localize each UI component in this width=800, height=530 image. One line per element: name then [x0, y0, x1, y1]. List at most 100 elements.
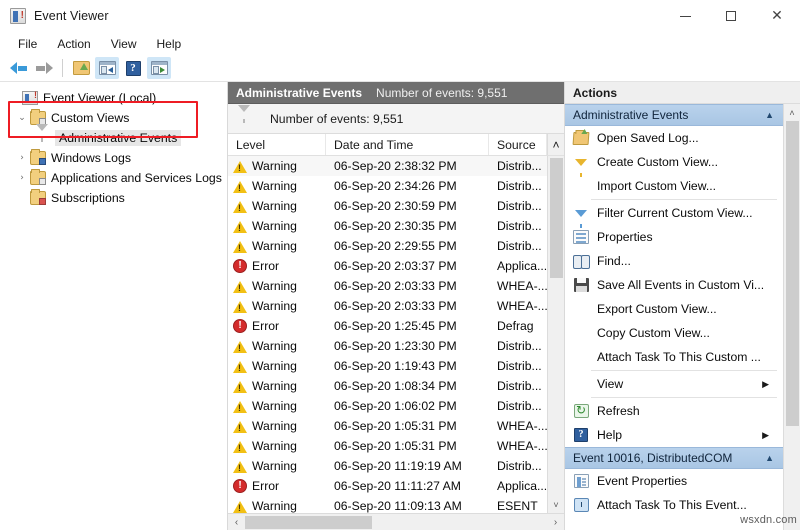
hscroll-left-arrow[interactable]: ‹: [228, 517, 245, 528]
events-vertical-scrollbar[interactable]: ˅: [547, 156, 564, 513]
hscroll-right-arrow[interactable]: ›: [547, 517, 564, 528]
tree-item-subscriptions[interactable]: Subscriptions: [0, 188, 227, 208]
action-item[interactable]: Import Custom View...: [565, 174, 783, 198]
menu-action[interactable]: Action: [47, 34, 100, 54]
table-row[interactable]: Warning 06-Sep-20 1:08:34 PM Distrib...: [228, 376, 547, 396]
level-label: Warning: [252, 219, 297, 233]
cell-level: Warning: [228, 279, 326, 293]
filter-summary-row[interactable]: Number of events: 9,551: [228, 104, 564, 134]
action-item[interactable]: Copy Custom View...: [565, 321, 783, 345]
funnel-gray-icon: [36, 124, 52, 145]
column-header-level[interactable]: Level: [228, 134, 326, 155]
table-row[interactable]: Error 06-Sep-20 11:11:27 AM Applica...: [228, 476, 547, 496]
action-item[interactable]: Open Saved Log...: [565, 126, 783, 150]
maximize-icon: [726, 11, 736, 21]
level-label: Warning: [252, 179, 297, 193]
chevron-up-icon[interactable]: ▲: [765, 453, 774, 463]
actions-scrollbar-thumb[interactable]: [785, 121, 799, 426]
cell-level: Warning: [228, 499, 326, 513]
cell-datetime: 06-Sep-20 2:30:59 PM: [334, 199, 457, 213]
table-row[interactable]: Warning 06-Sep-20 1:06:02 PM Distrib...: [228, 396, 547, 416]
action-item[interactable]: Export Custom View...: [565, 297, 783, 321]
chevron-up-icon[interactable]: ▲: [765, 110, 774, 120]
actions-pane-header: Actions: [565, 82, 800, 104]
event-viewer-icon: [22, 90, 38, 105]
submenu-arrow-icon[interactable]: ▶: [762, 430, 769, 441]
warning-icon: [233, 340, 247, 353]
actions-scroll-up-arrow[interactable]: ˄: [789, 104, 794, 121]
table-row[interactable]: Warning 06-Sep-20 2:03:33 PM WHEA-...: [228, 276, 547, 296]
events-pane-title: Administrative Events: [236, 85, 363, 100]
column-header-source[interactable]: Source: [489, 134, 547, 155]
action-item[interactable]: Attach Task To This Custom ...: [565, 345, 783, 369]
table-row[interactable]: Warning 06-Sep-20 2:34:26 PM Distrib...: [228, 176, 547, 196]
folder-open-icon: [572, 131, 590, 145]
cell-datetime: 06-Sep-20 2:03:33 PM: [334, 279, 457, 293]
cell-source: Applica...: [497, 479, 547, 493]
action-item[interactable]: View ▶: [565, 372, 783, 396]
minimize-button[interactable]: [662, 0, 708, 32]
table-row[interactable]: Error 06-Sep-20 2:03:37 PM Applica...: [228, 256, 547, 276]
table-row[interactable]: Warning 06-Sep-20 2:30:35 PM Distrib...: [228, 216, 547, 236]
window-controls: ✕: [662, 0, 800, 32]
show-hide-console-tree-button[interactable]: [95, 57, 119, 79]
show-hide-action-pane-button[interactable]: [147, 57, 171, 79]
actions-group-header[interactable]: Administrative Events ▲: [565, 104, 783, 126]
action-item[interactable]: Refresh: [565, 399, 783, 423]
table-row[interactable]: Warning 06-Sep-20 11:09:13 AM ESENT: [228, 496, 547, 513]
scroll-down-arrow[interactable]: ˅: [553, 496, 558, 513]
cell-level: Warning: [228, 339, 326, 353]
scrollbar-thumb[interactable]: [549, 158, 563, 278]
back-button[interactable]: [6, 57, 30, 79]
actions-vertical-scrollbar[interactable]: ˄: [783, 104, 800, 530]
action-item[interactable]: Properties: [565, 225, 783, 249]
events-list-area: Warning06-Sep-20 2:38:32 PMDistrib...War…: [228, 156, 564, 513]
open-saved-log-button[interactable]: [69, 57, 93, 79]
events-horizontal-scrollbar[interactable]: ‹ ›: [228, 513, 564, 530]
refresh-icon: [572, 403, 590, 418]
table-row[interactable]: Warning 06-Sep-20 1:05:31 PM WHEA-...: [228, 436, 547, 456]
tree-item-applications-and-services-logs[interactable]: › Applications and Services Logs: [0, 168, 227, 188]
submenu-arrow-icon[interactable]: ▶: [762, 379, 769, 390]
table-row[interactable]: Warning 06-Sep-20 2:38:32 PM Distrib...: [228, 156, 547, 176]
level-label: Warning: [252, 499, 297, 513]
column-header-datetime[interactable]: Date and Time: [326, 134, 489, 155]
table-row[interactable]: Warning 06-Sep-20 2:30:59 PM Distrib...: [228, 196, 547, 216]
tree-twisty-expanded[interactable]: ⌄: [14, 113, 30, 123]
scroll-up-arrow[interactable]: ˄: [547, 134, 564, 155]
cell-source: WHEA-...: [497, 299, 547, 313]
maximize-button[interactable]: [708, 0, 754, 32]
hscroll-thumb[interactable]: [245, 515, 372, 529]
cell-source: Distrib...: [497, 179, 542, 193]
table-row[interactable]: Warning 06-Sep-20 2:03:33 PM WHEA-...: [228, 296, 547, 316]
menu-help[interactable]: Help: [147, 34, 192, 54]
action-item[interactable]: Find...: [565, 249, 783, 273]
action-item[interactable]: Event Properties: [565, 469, 783, 493]
cell-datetime: 06-Sep-20 1:19:43 PM: [334, 359, 457, 373]
folder-open-icon: [72, 61, 90, 75]
tree-item-windows-logs[interactable]: › Windows Logs: [0, 148, 227, 168]
table-row[interactable]: Warning 06-Sep-20 1:05:31 PM WHEA-...: [228, 416, 547, 436]
action-item[interactable]: Save All Events in Custom Vi...: [565, 273, 783, 297]
tree-item-administrative-events[interactable]: Administrative Events: [0, 124, 227, 148]
tree-twisty-collapsed[interactable]: ›: [14, 173, 30, 183]
action-item[interactable]: ? Help ▶: [565, 423, 783, 447]
action-item[interactable]: Filter Current Custom View...: [565, 201, 783, 228]
table-row[interactable]: Warning 06-Sep-20 1:19:43 PM Distrib...: [228, 356, 547, 376]
action-item[interactable]: Create Custom View...: [565, 150, 783, 177]
events-list[interactable]: Warning06-Sep-20 2:38:32 PMDistrib...War…: [228, 156, 547, 513]
close-button[interactable]: ✕: [754, 0, 800, 32]
hscroll-track[interactable]: [245, 514, 547, 530]
forward-button[interactable]: [32, 57, 56, 79]
tree-item-event-viewer-local[interactable]: Event Viewer (Local): [0, 88, 227, 108]
actions-group-header[interactable]: Event 10016, DistributedCOM ▲: [565, 447, 783, 469]
table-row[interactable]: Warning 06-Sep-20 1:23:30 PM Distrib...: [228, 336, 547, 356]
table-row[interactable]: Error 06-Sep-20 1:25:45 PM Defrag: [228, 316, 547, 336]
table-row[interactable]: Warning 06-Sep-20 2:29:55 PM Distrib...: [228, 236, 547, 256]
table-row[interactable]: Warning 06-Sep-20 11:19:19 AM Distrib...: [228, 456, 547, 476]
menu-file[interactable]: File: [8, 34, 47, 54]
tree-item-custom-views[interactable]: ⌄ Custom Views: [0, 108, 227, 128]
tree-twisty-collapsed[interactable]: ›: [14, 153, 30, 163]
help-button[interactable]: ?: [121, 57, 145, 79]
menu-view[interactable]: View: [101, 34, 147, 54]
